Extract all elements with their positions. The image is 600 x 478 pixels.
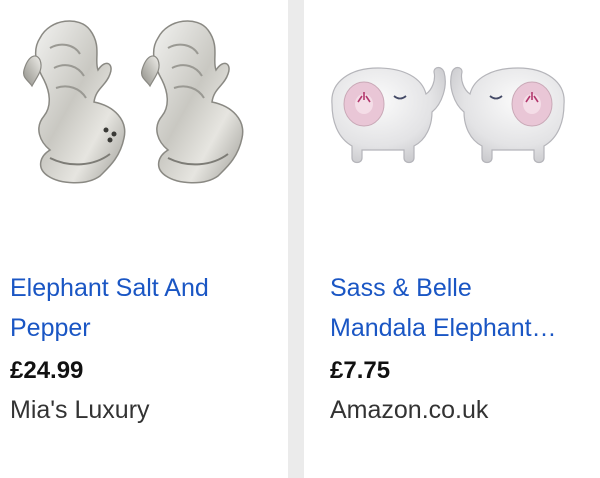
product-title-line-1: Elephant Salt And [10,274,209,302]
product-title-line-2: Pepper [10,314,91,342]
product-image-silver-elephants[interactable] [10,8,270,218]
product-grid: Elephant Salt And Pepper £24.99 Mia's Lu… [0,0,600,478]
silver-elephant-shakers-image [23,20,244,184]
silver-elephant-left [23,20,126,184]
product-price: £24.99 [10,357,84,384]
product-title-line-2: Mandala Elephant… [330,314,557,342]
product-card-1[interactable]: Elephant Salt And Pepper £24.99 Mia's Lu… [0,0,288,478]
product-card-2[interactable]: Sass & Belle Mandala Elephant… £7.75 Ama… [304,0,600,478]
card-divider [288,0,304,478]
silver-elephant-right [141,20,244,184]
product-price: £7.75 [330,357,391,384]
product-title-link[interactable]: Sass & Belle Mandala Elephant… [330,268,595,348]
product-image-grey-elephants[interactable] [322,8,582,218]
product-seller: Amazon.co.uk [330,396,489,424]
product-title-link[interactable]: Elephant Salt And Pepper [10,268,275,348]
ceramic-elephant-right [450,66,565,164]
ceramic-elephant-left [331,66,446,164]
ceramic-elephant-shakers-image [331,66,565,164]
product-seller: Mia's Luxury [10,396,150,424]
product-title-line-1: Sass & Belle [330,274,472,302]
